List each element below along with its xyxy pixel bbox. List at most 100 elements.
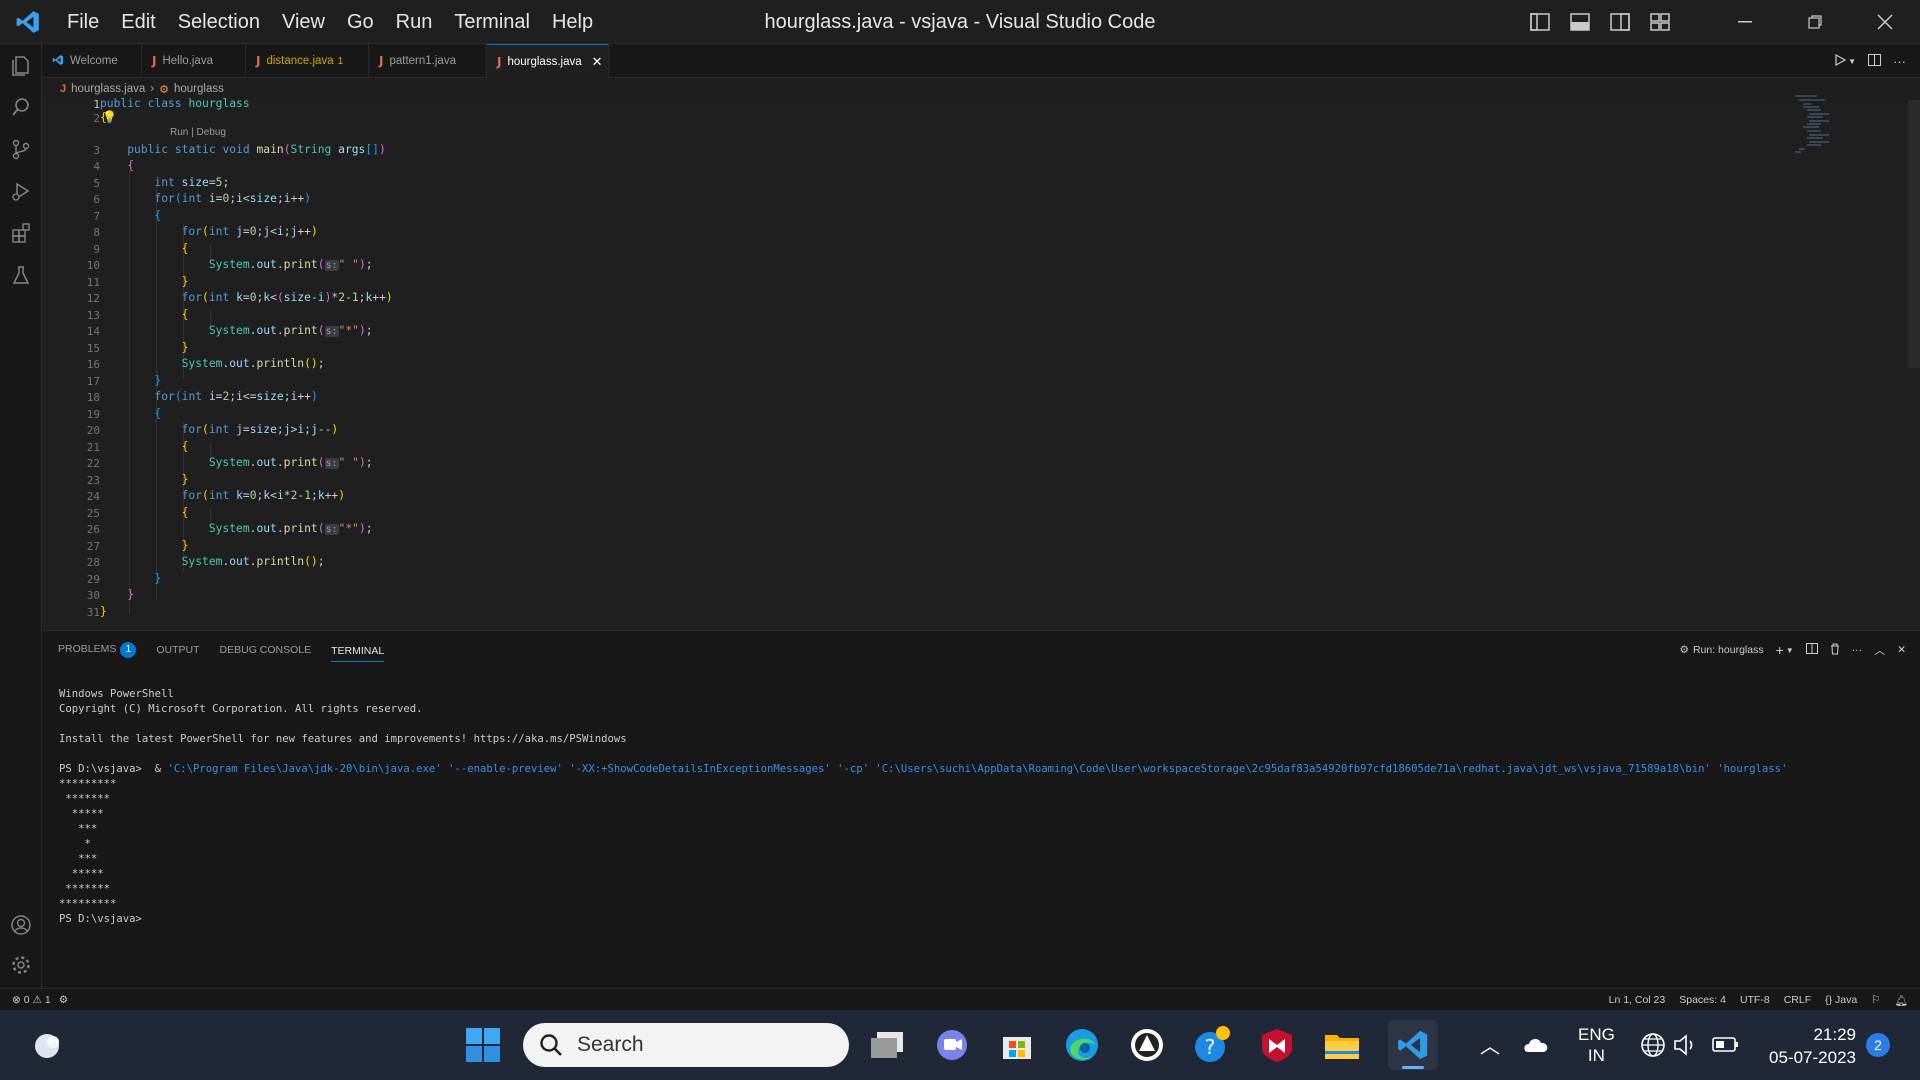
line-number: 8 — [93, 226, 100, 239]
clock[interactable]: 21:29 05-07-2023 — [1756, 1023, 1856, 1069]
line-number: 18 — [86, 391, 100, 404]
menu-run[interactable]: Run — [385, 0, 444, 44]
weather-widget-icon[interactable] — [22, 1020, 72, 1070]
bottom-panel: PROBLEMS 1 OUTPUT DEBUG CONSOLE TERMINAL … — [42, 630, 1920, 988]
tab-distance-java[interactable]: J distance.java 1 — [246, 44, 369, 78]
task-view-icon[interactable] — [862, 1020, 912, 1070]
more-actions-icon[interactable]: ··· — [1852, 644, 1863, 656]
minimize-icon[interactable] — [1710, 0, 1780, 44]
code-editor[interactable]: 1 2 3 4 5 6 7 8 9 10 11 12 13 14 15 16 17 18 19 20 21 22 23 24 2… — [42, 97, 1920, 628]
terminal-instance-label[interactable]: Run: hourglass — [1693, 644, 1764, 656]
run-debug-icon[interactable] — [0, 170, 42, 212]
testing-icon[interactable] — [0, 254, 42, 296]
menu-edit[interactable]: Edit — [110, 0, 166, 44]
line-ending[interactable]: CRLF — [1784, 994, 1811, 1006]
tab-hello-java[interactable]: J Hello.java — [142, 44, 246, 78]
volume-icon[interactable] — [1672, 1033, 1698, 1062]
settings-gear-icon[interactable] — [0, 944, 42, 986]
input-language[interactable]: ENG IN — [1578, 1024, 1615, 1066]
menu-go[interactable]: Go — [336, 0, 385, 44]
teams-chat-icon[interactable] — [927, 1020, 977, 1070]
toggle-panel-icon[interactable] — [1560, 0, 1600, 44]
editor-scrollbar[interactable] — [1908, 100, 1920, 368]
source-control-icon[interactable] — [0, 128, 42, 170]
close-window-icon[interactable] — [1850, 0, 1920, 44]
get-help-icon[interactable]: ? — [1187, 1020, 1237, 1070]
mcafee-icon[interactable] — [1252, 1020, 1302, 1070]
line-number: 2 — [93, 112, 100, 125]
toggle-primary-sidebar-icon[interactable] — [1520, 0, 1560, 44]
tab-hourglass-java[interactable]: J hourglass.java ✕ — [487, 44, 609, 78]
split-terminal-icon[interactable] — [1805, 643, 1818, 657]
maximize-panel-icon[interactable]: ︿ — [1874, 642, 1885, 658]
terminal-line: ***** — [59, 868, 104, 880]
terminal-line: ******* — [59, 883, 111, 895]
line-number: 16 — [86, 358, 100, 371]
close-tab-icon[interactable]: ✕ — [592, 54, 603, 70]
breadcrumb-file[interactable]: hourglass.java — [71, 83, 145, 95]
edge-browser-icon[interactable] — [1057, 1020, 1107, 1070]
split-editor-icon[interactable] — [1868, 53, 1881, 69]
menu-file[interactable]: File — [56, 0, 110, 44]
file-explorer-icon[interactable] — [1317, 1020, 1367, 1070]
customize-layout-icon[interactable] — [1640, 0, 1680, 44]
close-panel-icon[interactable]: ✕ — [1897, 644, 1906, 656]
battery-icon[interactable] — [1712, 1035, 1740, 1060]
kill-terminal-icon[interactable] — [1830, 643, 1840, 658]
line-number: 21 — [86, 441, 100, 454]
language-mode[interactable]: {} Java — [1825, 994, 1857, 1006]
onedrive-cloud-icon[interactable] — [1522, 1032, 1552, 1061]
java-status-icon[interactable]: ⚙ — [59, 994, 68, 1006]
line-number: 12 — [86, 292, 100, 305]
run-java-icon[interactable] — [1834, 53, 1847, 69]
tab-debug-console[interactable]: DEBUG CONSOLE — [220, 644, 312, 656]
start-windows-icon[interactable] — [458, 1020, 508, 1070]
search-icon[interactable] — [0, 86, 42, 128]
toggle-secondary-sidebar-icon[interactable] — [1600, 0, 1640, 44]
terminal-line: * — [59, 838, 91, 850]
tab-pattern1-java[interactable]: J pattern1.java — [369, 44, 487, 78]
cursor-position[interactable]: Ln 1, Col 23 — [1609, 994, 1666, 1006]
accounts-icon[interactable] — [0, 904, 42, 946]
encoding[interactable]: UTF-8 — [1740, 994, 1770, 1006]
explorer-icon[interactable] — [0, 44, 42, 86]
chevron-down-icon[interactable]: ▼ — [1786, 646, 1794, 655]
restore-icon[interactable] — [1780, 0, 1850, 44]
menu-terminal[interactable]: Terminal — [443, 0, 541, 44]
line-number: 4 — [93, 160, 100, 173]
chevron-down-icon[interactable]: ▼ — [1848, 57, 1856, 66]
taskbar-search[interactable]: Search — [523, 1023, 849, 1067]
more-actions-icon[interactable]: ··· — [1893, 54, 1906, 69]
menu-view[interactable]: View — [271, 0, 336, 44]
warning-icon: ⚠ — [32, 994, 42, 1006]
breadcrumb-symbol[interactable]: hourglass — [174, 83, 224, 95]
terminal-output[interactable]: Windows PowerShell Copyright (C) Microso… — [59, 687, 1787, 927]
show-hidden-icons-icon[interactable]: ︿ — [1480, 1030, 1500, 1059]
problems-status[interactable]: ⊗ 0 ⚠ 1 — [12, 994, 51, 1006]
tab-terminal[interactable]: TERMINAL — [331, 645, 385, 662]
app-shield-icon[interactable] — [1122, 1020, 1172, 1070]
vscode-taskbar-icon[interactable] — [1388, 1020, 1438, 1070]
tab-problems[interactable]: PROBLEMS 1 — [58, 642, 137, 658]
new-terminal-icon[interactable]: + — [1776, 642, 1784, 658]
line-number: 24 — [86, 490, 100, 503]
extensions-icon[interactable] — [0, 212, 42, 254]
minimap[interactable] — [1795, 94, 1855, 164]
microsoft-store-icon[interactable] — [992, 1020, 1042, 1070]
indentation[interactable]: Spaces: 4 — [1679, 994, 1726, 1006]
line-number: 20 — [86, 424, 100, 437]
menu-selection[interactable]: Selection — [167, 0, 271, 44]
clock-date: 05-07-2023 — [1769, 1048, 1856, 1067]
codelens-run-debug[interactable]: Run | Debug — [170, 127, 226, 138]
notification-badge[interactable]: 2 — [1866, 1033, 1890, 1057]
network-globe-icon[interactable] — [1640, 1032, 1666, 1063]
status-bar: ⊗ 0 ⚠ 1 ⚙ Ln 1, Col 23 Spaces: 4 UTF-8 C… — [0, 988, 1920, 1010]
error-icon: ⊗ — [12, 994, 21, 1006]
line-number: 17 — [86, 375, 100, 388]
tab-output[interactable]: OUTPUT — [156, 644, 199, 656]
feedback-icon[interactable]: ⚐ — [1871, 994, 1880, 1006]
menu-help[interactable]: Help — [541, 0, 604, 44]
title-bar: File Edit Selection View Go Run Terminal… — [0, 0, 1920, 44]
notifications-bell-icon[interactable]: 🔔︎ — [1895, 994, 1908, 1007]
tab-welcome[interactable]: Welcome — [42, 44, 142, 78]
